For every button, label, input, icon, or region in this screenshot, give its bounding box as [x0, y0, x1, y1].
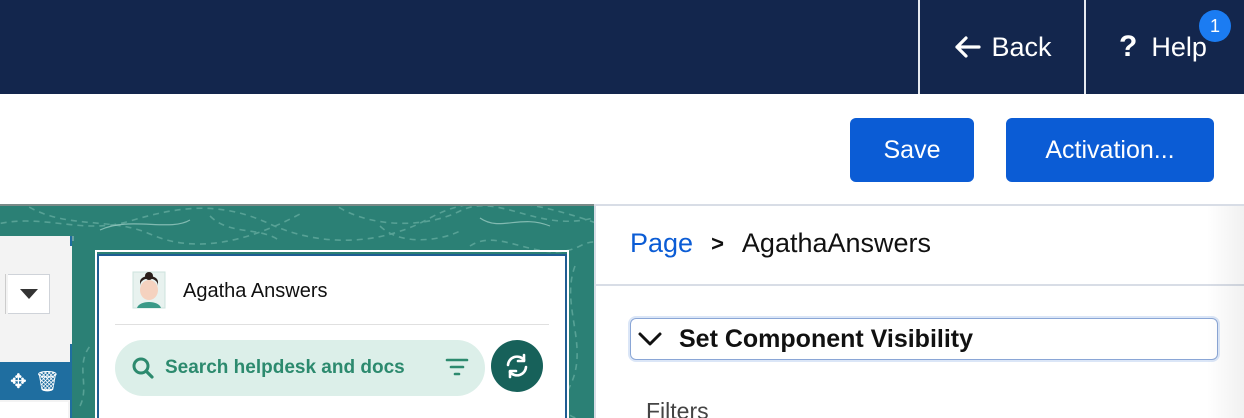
agatha-answers-widget[interactable]: Agatha Answers	[97, 254, 567, 418]
component-visibility-section-toggle[interactable]: Set Component Visibility	[630, 318, 1218, 360]
help-notification-badge: 1	[1199, 10, 1231, 42]
topbar-divider	[1084, 0, 1086, 94]
filter-icon[interactable]	[445, 356, 469, 378]
refresh-icon	[506, 353, 528, 379]
app-page: Back ? Help 1 Save Activation... ✥ 🗑 Aga…	[0, 0, 1244, 418]
page-canvas: ✥ 🗑 Agatha Answers	[0, 204, 594, 418]
breadcrumb-current: AgathaAnswers	[741, 228, 932, 258]
search-bar[interactable]	[115, 340, 485, 396]
back-button[interactable]: Back	[921, 0, 1084, 94]
trash-icon[interactable]: 🗑	[35, 369, 60, 394]
panel-edge-shadow	[1206, 206, 1244, 418]
panel-divider	[596, 284, 1244, 286]
breadcrumb: Page > AgathaAnswers	[630, 228, 931, 259]
filters-label: Filters	[646, 398, 709, 418]
component-action-bar: ✥ 🗑	[0, 362, 70, 400]
breadcrumb-separator: >	[711, 230, 724, 256]
topbar-divider	[918, 0, 920, 94]
avatar	[132, 271, 166, 309]
chevron-down-icon	[638, 332, 662, 346]
properties-panel: Page > AgathaAnswers Set Component Visib…	[594, 204, 1244, 418]
activation-button[interactable]: Activation...	[1006, 118, 1214, 182]
left-component-body	[0, 402, 68, 418]
help-label: Help	[1151, 31, 1207, 62]
refresh-button[interactable]	[491, 340, 543, 392]
widget-divider	[115, 324, 549, 325]
search-icon	[132, 357, 154, 379]
top-navigation-bar: Back ? Help 1	[0, 0, 1244, 94]
left-dropdown-field[interactable]	[0, 274, 6, 314]
arrow-left-icon	[955, 36, 982, 58]
section-title: Set Component Visibility	[679, 324, 974, 353]
move-icon[interactable]: ✥	[10, 369, 27, 394]
search-input[interactable]	[165, 354, 411, 382]
save-button[interactable]: Save	[850, 118, 974, 182]
back-label: Back	[991, 31, 1052, 62]
widget-title: Agatha Answers	[183, 280, 328, 302]
question-icon: ?	[1119, 30, 1138, 63]
breadcrumb-page-link[interactable]: Page	[630, 228, 693, 259]
chevron-down-icon[interactable]	[8, 274, 50, 314]
